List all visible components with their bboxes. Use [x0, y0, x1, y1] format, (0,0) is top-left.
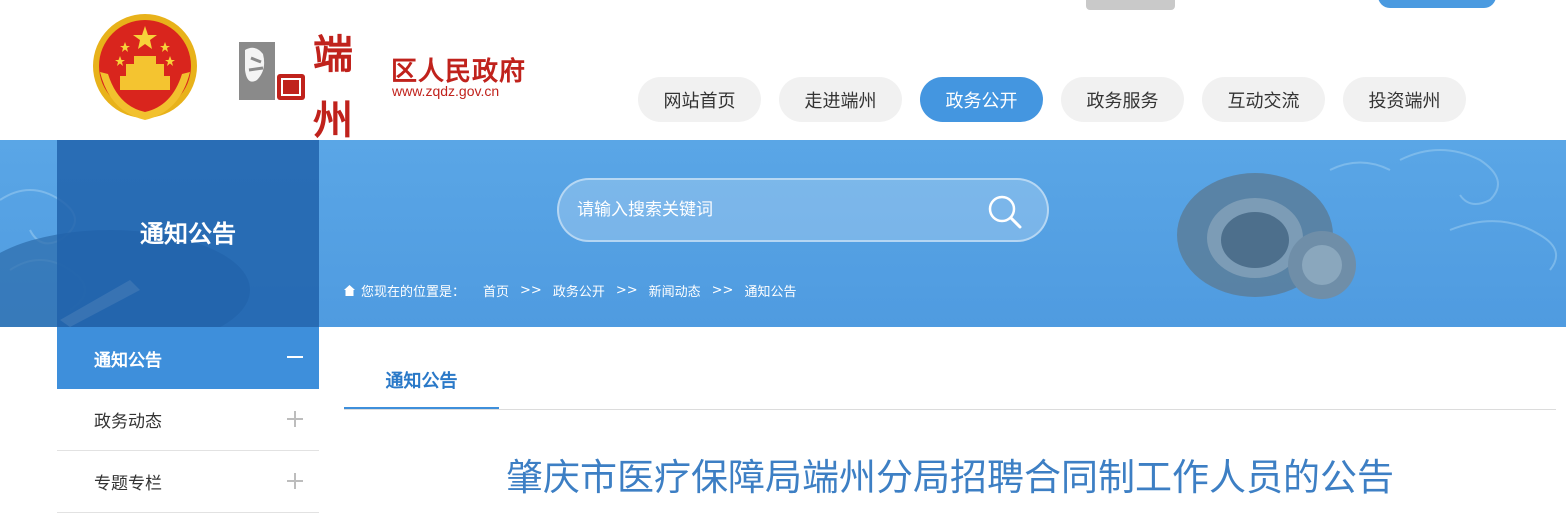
plus-icon[interactable] [285, 409, 305, 429]
breadcrumb-separator: >> [711, 283, 734, 298]
logo-char-2: 州 [313, 97, 353, 144]
breadcrumb-gov-affairs[interactable]: 政务公开 [553, 281, 605, 300]
inkstone-logo-icon [239, 42, 305, 100]
sidebar-item-label: 专题专栏 [94, 474, 162, 494]
home-icon [344, 285, 355, 296]
sidebar-item-notices[interactable]: 通知公告 [57, 327, 319, 389]
site-url: www.zqdz.gov.cn [392, 83, 500, 99]
top-utility-search[interactable] [1378, 0, 1496, 8]
sidebar-item-label: 通知公告 [94, 350, 162, 371]
breadcrumb: 您现在的位置是： 首页 >> 政务公开 >> 新闻动态 >> 通知公告 [343, 281, 796, 300]
section-title: 通知公告 [140, 220, 236, 248]
nav-item-home[interactable]: 网站首页 [638, 77, 761, 122]
nav-item-investment[interactable]: 投资端州 [1343, 77, 1466, 122]
breadcrumb-news[interactable]: 新闻动态 [649, 281, 701, 300]
breadcrumb-label: 您现在的位置是： [361, 285, 466, 300]
search-icon[interactable] [987, 194, 1023, 230]
sidebar-item-gov-news[interactable]: 政务动态 [57, 389, 319, 451]
logo-brush-text: 端州 [313, 31, 353, 142]
nav-item-about[interactable]: 走进端州 [779, 77, 902, 122]
top-utility-button[interactable] [1086, 0, 1175, 10]
tab-notices[interactable]: 通知公告 [344, 352, 499, 410]
plus-icon[interactable] [285, 471, 305, 491]
search-box [557, 178, 1049, 242]
breadcrumb-separator: >> [615, 283, 638, 298]
article-title: 肇庆市医疗保障局端州分局招聘合同制工作人员的公告 [506, 456, 1394, 499]
section-title-box: 通知公告 [57, 140, 319, 327]
sidebar: 通知公告 政务动态 专题专栏 [57, 327, 319, 513]
search-input[interactable] [577, 180, 977, 240]
breadcrumb-home[interactable]: 首页 [483, 281, 509, 300]
breadcrumb-separator: >> [520, 283, 542, 298]
tab-divider [344, 409, 1556, 410]
nav-item-services[interactable]: 政务服务 [1061, 77, 1184, 122]
minus-icon[interactable] [285, 347, 305, 367]
main-nav: 网站首页 走进端州 政务公开 政务服务 互动交流 投资端州 [638, 77, 1466, 122]
logo-char-1: 端 [313, 31, 353, 78]
sidebar-item-label: 政务动态 [94, 412, 162, 432]
nav-item-interaction[interactable]: 互动交流 [1202, 77, 1325, 122]
sidebar-item-special-topics[interactable]: 专题专栏 [57, 451, 319, 513]
national-emblem-icon [93, 14, 197, 120]
nav-item-gov-affairs[interactable]: 政务公开 [920, 77, 1043, 122]
breadcrumb-notices[interactable]: 通知公告 [744, 281, 796, 300]
